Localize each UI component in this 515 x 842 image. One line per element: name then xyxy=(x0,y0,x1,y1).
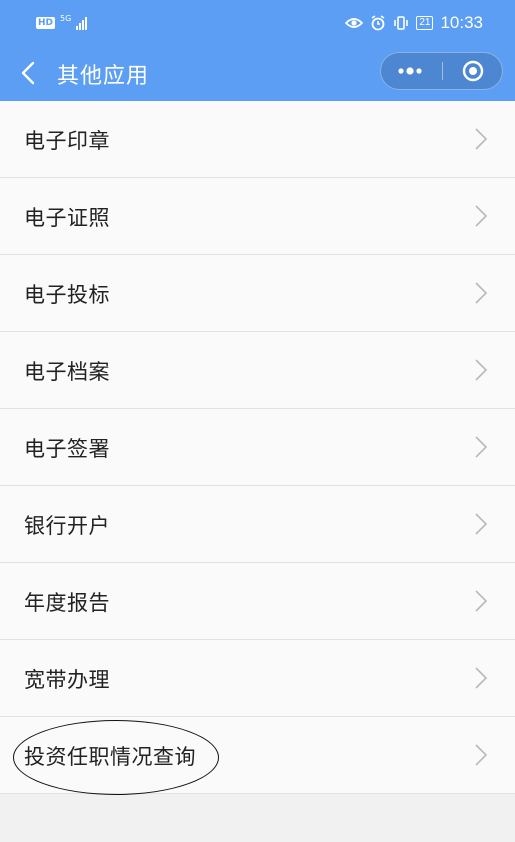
chevron-right-icon xyxy=(475,205,488,227)
hd-badge: HD xyxy=(36,17,56,29)
clock: 10:33 xyxy=(440,13,483,32)
menu-item-label: 年度报告 xyxy=(24,591,110,615)
menu-item-label: 电子印章 xyxy=(24,129,110,153)
menu-list: 电子印章 电子证照 电子投标 电子档案 电子签署 银行开户 年度报告 宽带办理 … xyxy=(0,101,515,794)
menu-item-bank-account[interactable]: 银行开户 xyxy=(0,486,515,563)
menu-item-label: 投资任职情况查询 xyxy=(24,745,196,769)
menu-item-e-archive[interactable]: 电子档案 xyxy=(0,332,515,409)
menu-item-e-signing[interactable]: 电子签署 xyxy=(0,409,515,486)
more-button[interactable] xyxy=(381,53,441,89)
chevron-right-icon xyxy=(475,590,488,612)
alarm-icon xyxy=(371,15,385,31)
status-bar: HD 5G 21 10:33 xyxy=(0,0,515,46)
target-circle-icon xyxy=(462,60,484,82)
network-type: 5G xyxy=(60,13,72,23)
menu-item-investment-query[interactable]: 投资任职情况查询 xyxy=(0,717,515,794)
app-header: HD 5G 21 10:33 其他应用 xyxy=(0,0,515,101)
menu-item-label: 电子档案 xyxy=(24,360,110,384)
menu-item-e-seal[interactable]: 电子印章 xyxy=(0,101,515,178)
chevron-right-icon xyxy=(475,436,488,458)
chevron-right-icon xyxy=(475,282,488,304)
close-button[interactable] xyxy=(443,53,503,89)
menu-item-e-bidding[interactable]: 电子投标 xyxy=(0,255,515,332)
eye-icon xyxy=(345,18,364,28)
miniprogram-capsule xyxy=(380,52,503,90)
menu-item-broadband[interactable]: 宽带办理 xyxy=(0,640,515,717)
battery-icon: 21 xyxy=(416,16,434,30)
menu-item-label: 电子证照 xyxy=(24,206,110,230)
chevron-left-icon[interactable] xyxy=(17,60,41,86)
menu-item-label: 电子投标 xyxy=(24,283,110,307)
chevron-right-icon xyxy=(475,359,488,381)
menu-item-label: 宽带办理 xyxy=(24,668,110,692)
chevron-right-icon xyxy=(475,744,488,766)
vibrate-icon xyxy=(394,16,409,30)
menu-item-e-license[interactable]: 电子证照 xyxy=(0,178,515,255)
more-dots-icon xyxy=(398,67,422,75)
menu-item-label: 银行开户 xyxy=(24,514,110,538)
network-status: HD 5G xyxy=(36,13,88,30)
chevron-right-icon xyxy=(475,128,488,150)
nav-bar: 其他应用 xyxy=(0,46,515,101)
system-status: 21 10:33 xyxy=(345,13,483,33)
menu-item-annual-report[interactable]: 年度报告 xyxy=(0,563,515,640)
chevron-right-icon xyxy=(475,667,488,689)
page-title: 其他应用 xyxy=(57,64,150,89)
chevron-right-icon xyxy=(475,513,488,535)
signal-icon xyxy=(76,16,88,30)
menu-item-label: 电子签署 xyxy=(24,437,110,461)
